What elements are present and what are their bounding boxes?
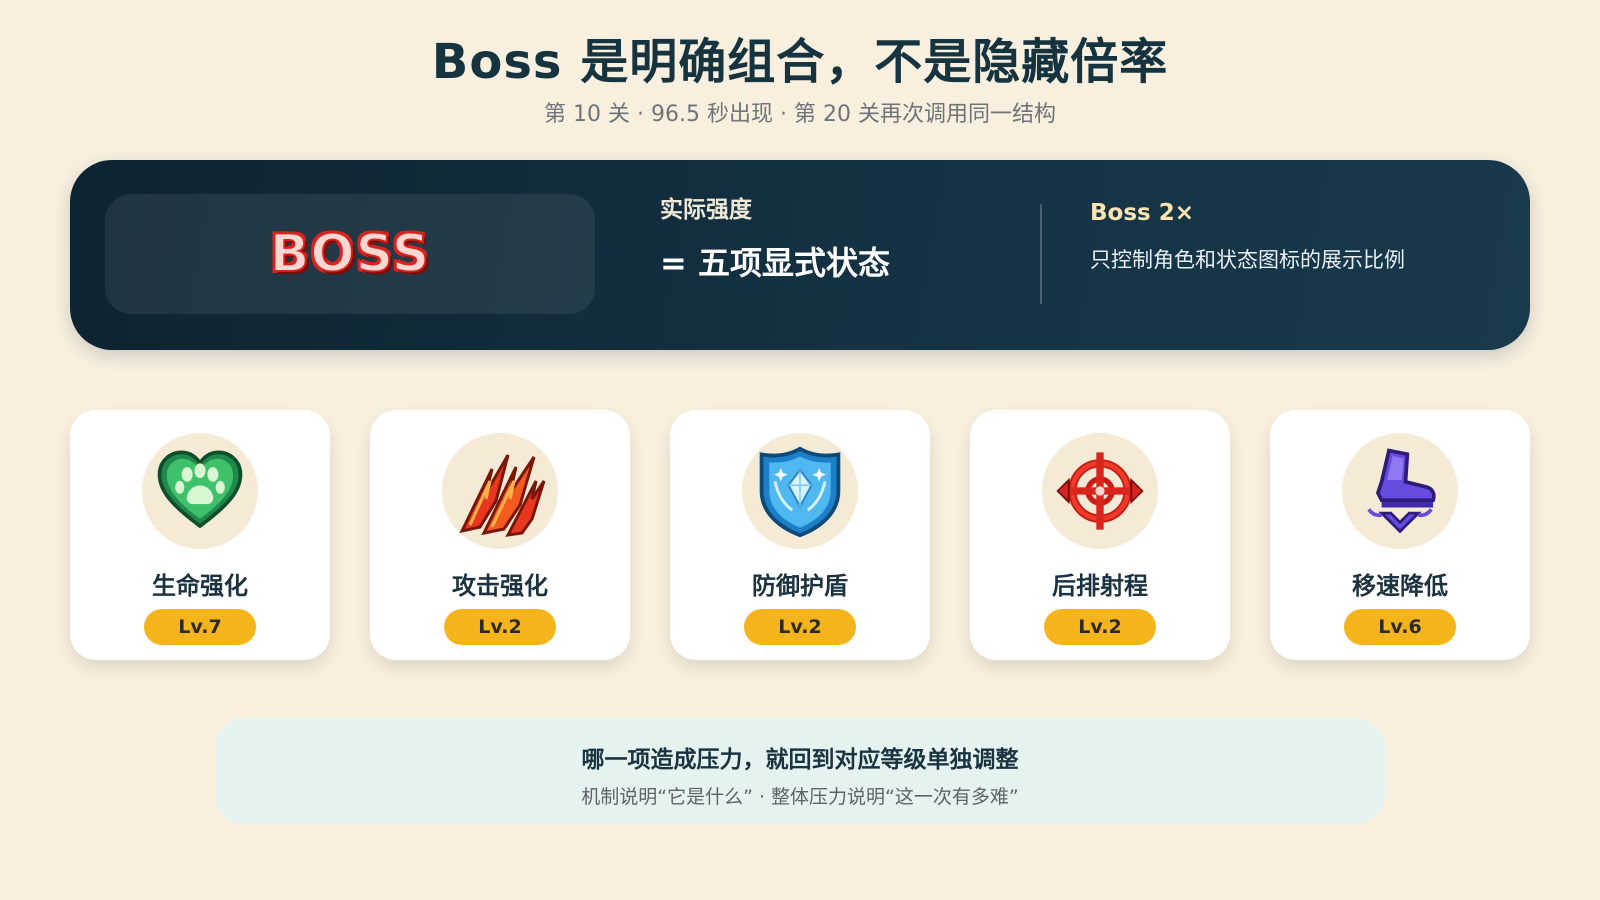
red-claw-slash-icon bbox=[442, 433, 558, 549]
level-badge: Lv.6 bbox=[1344, 609, 1456, 645]
level-badge: Lv.2 bbox=[744, 609, 856, 645]
status-card-shield[interactable]: 防御护盾 Lv.2 bbox=[670, 410, 930, 660]
blue-crystal-shield-icon bbox=[742, 433, 858, 549]
red-crosshair-icon bbox=[1042, 433, 1158, 549]
strength-value: = 五项显式状态 bbox=[660, 244, 890, 282]
status-card-speed[interactable]: 移速降低 Lv.6 bbox=[1270, 410, 1530, 660]
scale-description: 只控制角色和状态图标的展示比例 bbox=[1090, 248, 1405, 272]
tuning-note: 哪一项造成压力，就回到对应等级单独调整 机制说明“它是什么” · 整体压力说明“… bbox=[215, 718, 1385, 824]
card-title: 移速降低 bbox=[1352, 572, 1448, 600]
purple-boot-down-icon bbox=[1342, 433, 1458, 549]
boss-badge: BOSS bbox=[105, 194, 595, 314]
level-badge: Lv.2 bbox=[444, 609, 556, 645]
level-badge: Lv.7 bbox=[144, 609, 256, 645]
card-title: 攻击强化 bbox=[452, 572, 548, 600]
card-title: 后排射程 bbox=[1052, 572, 1148, 600]
note-title: 哪一项造成压力，就回到对应等级单独调整 bbox=[581, 747, 1019, 773]
status-card-attack[interactable]: 攻击强化 Lv.2 bbox=[370, 410, 630, 660]
strength-label: 实际强度 bbox=[660, 197, 752, 223]
strength-block: 实际强度 = 五项显式状态 bbox=[660, 190, 1020, 284]
card-title: 防御护盾 bbox=[752, 572, 848, 600]
page-subtitle: 第 10 关 · 96.5 秒出现 · 第 20 关再次调用同一结构 bbox=[544, 102, 1056, 127]
green-heart-paw-icon bbox=[142, 433, 258, 549]
status-card-range[interactable]: 后排射程 Lv.2 bbox=[970, 410, 1230, 660]
card-title: 生命强化 bbox=[152, 572, 248, 600]
divider bbox=[1040, 204, 1042, 304]
scale-title: Boss 2× bbox=[1090, 200, 1194, 226]
boss-logo: BOSS bbox=[269, 223, 431, 285]
note-description: 机制说明“它是什么” · 整体压力说明“这一次有多难” bbox=[581, 786, 1019, 808]
level-badge: Lv.2 bbox=[1044, 609, 1156, 645]
scale-block: Boss 2× 只控制角色和状态图标的展示比例 bbox=[1090, 200, 1510, 274]
page-title: Boss 是明确组合，不是隐藏倍率 bbox=[431, 34, 1169, 90]
boss-summary-panel: BOSS 实际强度 = 五项显式状态 Boss 2× 只控制角色和状态图标的展示… bbox=[70, 160, 1530, 350]
status-card-hp[interactable]: 生命强化 Lv.7 bbox=[70, 410, 330, 660]
status-cards: 生命强化 Lv.7 攻击强化 Lv.2 防御护盾 Lv.2 后排射程 Lv.2 … bbox=[70, 410, 1530, 660]
